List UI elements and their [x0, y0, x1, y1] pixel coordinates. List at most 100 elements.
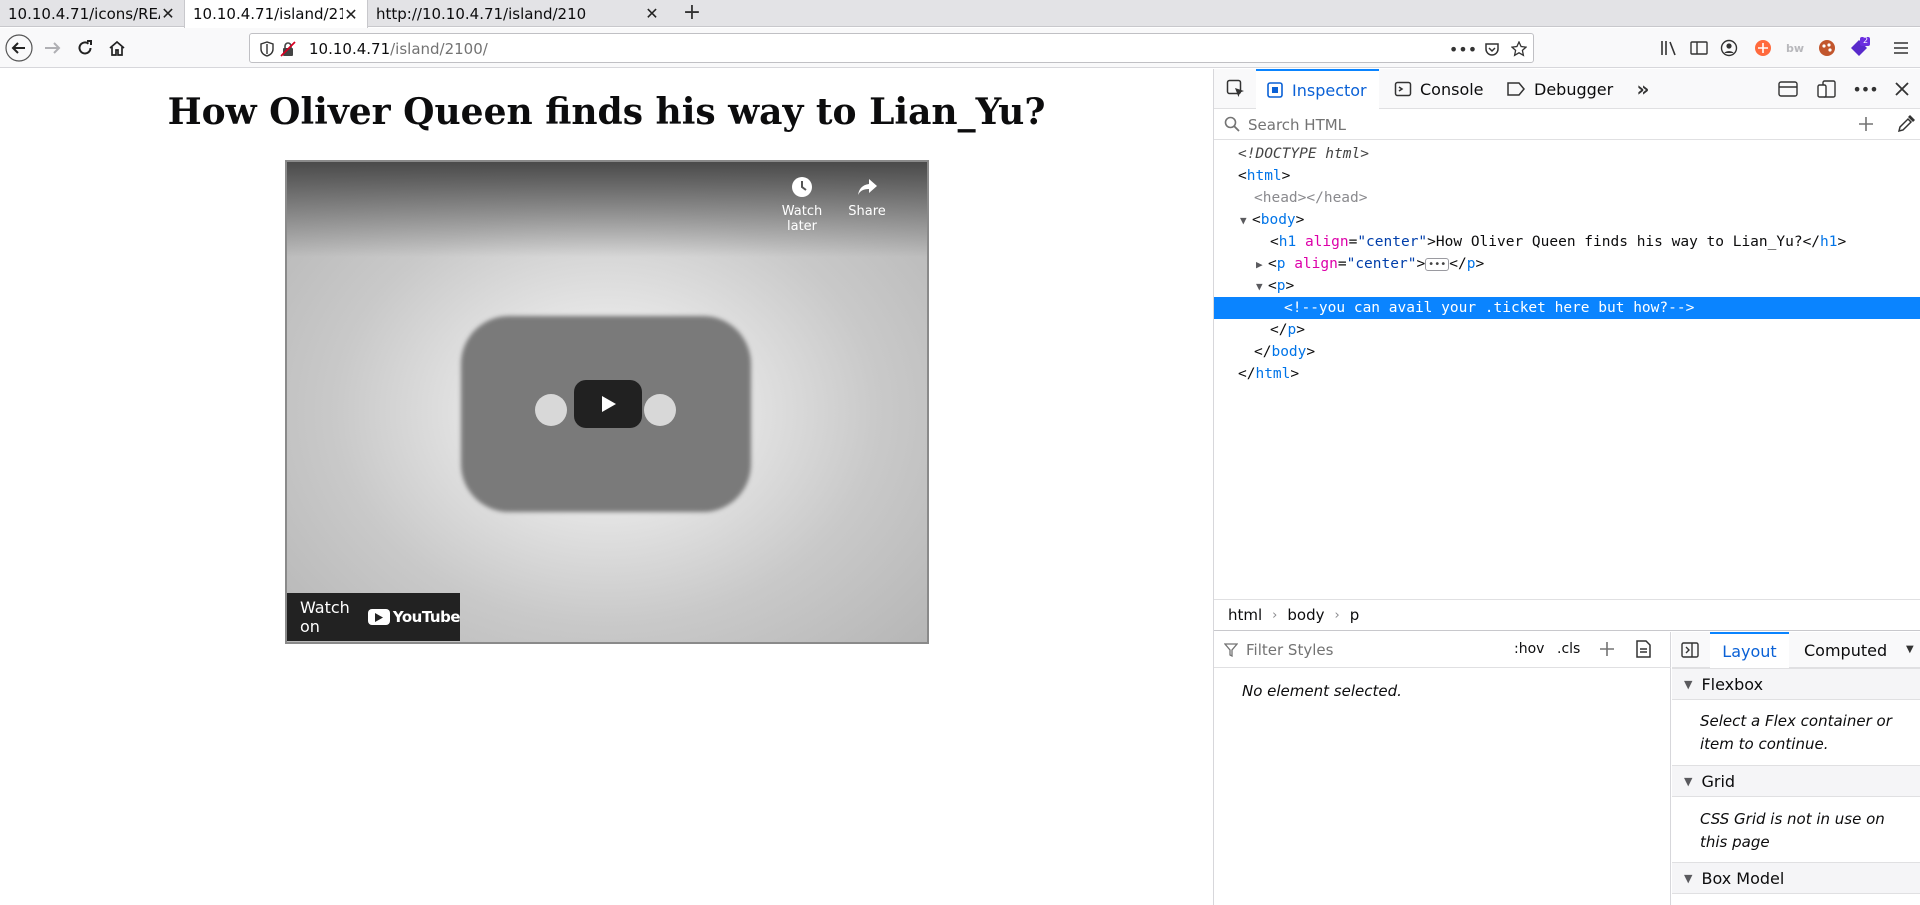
menu-icon[interactable] — [1890, 37, 1912, 59]
youtube-wordmark: YouTube — [392, 608, 461, 626]
extension-badge-count: 2 — [1863, 36, 1869, 45]
new-tab-button[interactable]: + — [680, 1, 704, 25]
breadcrumb-body[interactable]: body — [1287, 606, 1324, 624]
tab-label: 10.10.4.71/icons/README — [8, 4, 160, 23]
play-button[interactable] — [574, 380, 642, 428]
reload-button[interactable] — [70, 33, 100, 63]
watch-later-button[interactable]: Watch later — [767, 176, 837, 234]
breadcrumb-html[interactable]: html — [1228, 606, 1262, 624]
watch-on-youtube-button[interactable]: Watch on YouTube — [287, 593, 461, 641]
expand-twisty-icon[interactable]: ▼ — [1240, 210, 1252, 232]
url-path: /island/2100/ — [390, 40, 488, 58]
share-button[interactable]: Share — [832, 176, 902, 219]
box-model-title: Box Model — [1701, 868, 1785, 888]
youtube-embed[interactable]: Watch later Share Watch on YouTube — [285, 160, 929, 644]
tab-inspector[interactable]: Inspector — [1256, 69, 1379, 109]
pocket-icon[interactable] — [1482, 39, 1502, 59]
tab-island-2100[interactable]: 10.10.4.71/island/2100/ ✕ — [184, 0, 368, 28]
eyedropper-icon[interactable] — [1896, 114, 1916, 138]
search-icon — [1224, 116, 1240, 136]
tab-layout[interactable]: Layout — [1710, 632, 1789, 668]
doctype-text: <!DOCTYPE html> — [1238, 146, 1369, 162]
search-html-input[interactable] — [1246, 114, 1806, 136]
responsive-design-icon[interactable] — [1816, 78, 1838, 100]
account-icon[interactable] — [1718, 37, 1740, 59]
layout-pane: Layout Computed ▼ ▼ Flexbox Select a Fle… — [1672, 632, 1920, 905]
tab-http-island-2100[interactable]: http://10.10.4.71/island/2100/ ✕ — [368, 0, 668, 27]
tab-computed[interactable]: Computed — [1804, 632, 1887, 668]
tab-debugger[interactable]: Debugger — [1506, 69, 1613, 109]
filter-styles-input[interactable] — [1244, 640, 1484, 660]
url-text[interactable]: 10.10.4.71/island/2100/ — [309, 40, 488, 58]
markup-html-open[interactable]: <html> — [1214, 165, 1920, 187]
thumbnail-dot — [644, 394, 676, 426]
markup-p-center[interactable]: ▶ <p align="center"> ••• </p> — [1214, 253, 1920, 275]
page-actions-icon[interactable]: ••• — [1449, 39, 1477, 59]
devtools-panel: Inspector Console Debugger » ••• Search … — [1213, 69, 1920, 905]
element-picker-icon[interactable] — [1225, 78, 1247, 100]
thumbnail-dot — [535, 394, 567, 426]
share-label: Share — [848, 204, 886, 219]
breadcrumb-p[interactable]: p — [1350, 606, 1360, 624]
close-icon[interactable]: ✕ — [644, 4, 660, 23]
tab-console-label: Console — [1420, 79, 1484, 99]
chevron-down-icon[interactable]: ▼ — [1906, 644, 1914, 655]
print-media-icon[interactable] — [1634, 640, 1652, 662]
markup-p-open[interactable]: ▼ <p> — [1214, 275, 1920, 297]
home-button[interactable] — [102, 33, 132, 63]
no-element-message: No element selected. — [1242, 682, 1402, 700]
flexbox-title: Flexbox — [1701, 674, 1764, 694]
close-icon[interactable]: ✕ — [343, 5, 359, 24]
close-icon[interactable]: ✕ — [160, 4, 176, 23]
more-tools-chevron-icon[interactable]: » — [1632, 77, 1654, 101]
extension-bw-icon[interactable]: bw — [1784, 37, 1806, 59]
markup-body-close[interactable]: </body> — [1214, 341, 1920, 363]
devtools-menu-icon[interactable]: ••• — [1852, 78, 1878, 100]
add-rule-icon[interactable] — [1598, 640, 1616, 662]
markup-h1[interactable]: <h1 align="center">How Oliver Queen find… — [1214, 231, 1920, 253]
tab-icons-readme[interactable]: 10.10.4.71/icons/README ✕ — [0, 0, 184, 27]
extension-badge-icon[interactable]: 2 — [1848, 36, 1870, 59]
sidebar-icon[interactable] — [1688, 37, 1710, 59]
expand-twisty-icon[interactable]: ▼ — [1256, 276, 1268, 298]
markup-html-close[interactable]: </html> — [1214, 363, 1920, 385]
markup-comment-selected[interactable]: <!--you can avail your .ticket here but … — [1214, 297, 1920, 319]
chevron-right-icon: › — [1334, 607, 1340, 623]
url-bar[interactable]: 10.10.4.71/island/2100/ ••• — [249, 33, 1534, 63]
collapsed-ellipsis-icon[interactable]: ••• — [1425, 257, 1450, 271]
markup-body-open[interactable]: ▼ <body> — [1214, 209, 1920, 231]
markup-head[interactable]: <head></head> — [1214, 187, 1920, 209]
box-model-section-header[interactable]: ▼ Box Model — [1672, 862, 1920, 894]
collapse-twisty-icon[interactable]: ▶ — [1256, 254, 1268, 276]
collapse-twisty-icon: ▼ — [1684, 774, 1693, 788]
forward-button[interactable] — [37, 33, 67, 63]
extension-palette-icon[interactable] — [1816, 37, 1838, 59]
collapse-twisty-icon: ▼ — [1684, 871, 1693, 885]
insecure-lock-icon[interactable] — [278, 39, 298, 59]
close-devtools-icon[interactable] — [1891, 78, 1913, 100]
toggle-pane-icon[interactable] — [1681, 641, 1699, 663]
grid-section-header[interactable]: ▼ Grid — [1672, 765, 1920, 797]
hov-toggle-button[interactable]: :hov — [1514, 641, 1544, 657]
add-node-icon[interactable] — [1856, 114, 1876, 138]
html-tag: html — [1246, 168, 1282, 184]
bookmark-star-icon[interactable] — [1509, 39, 1529, 59]
tracking-shield-icon[interactable] — [257, 39, 277, 59]
tab-label: http://10.10.4.71/island/2100/ — [376, 4, 586, 23]
share-icon — [858, 179, 877, 195]
tab-label: 10.10.4.71/island/2100/ — [193, 5, 343, 23]
library-icon[interactable] — [1658, 37, 1680, 59]
back-button[interactable] — [4, 33, 34, 63]
tab-console[interactable]: Console — [1394, 69, 1484, 109]
watch-later-label: Watch later — [781, 204, 823, 234]
flexbox-section-header[interactable]: ▼ Flexbox — [1672, 668, 1920, 700]
flexbox-message: Select a Flex container or item to conti… — [1700, 712, 1892, 753]
markup-doctype[interactable]: <!DOCTYPE html> — [1214, 143, 1920, 165]
split-console-icon[interactable] — [1777, 78, 1799, 100]
markup-p-close[interactable]: </p> — [1214, 319, 1920, 341]
page-content: How Oliver Queen finds his way to Lian_Y… — [0, 69, 1213, 905]
cls-toggle-button[interactable]: .cls — [1557, 641, 1580, 657]
extension-cookie-icon[interactable] — [1752, 37, 1774, 59]
debugger-icon — [1506, 81, 1526, 97]
watch-on-label: Watch on — [300, 598, 350, 636]
